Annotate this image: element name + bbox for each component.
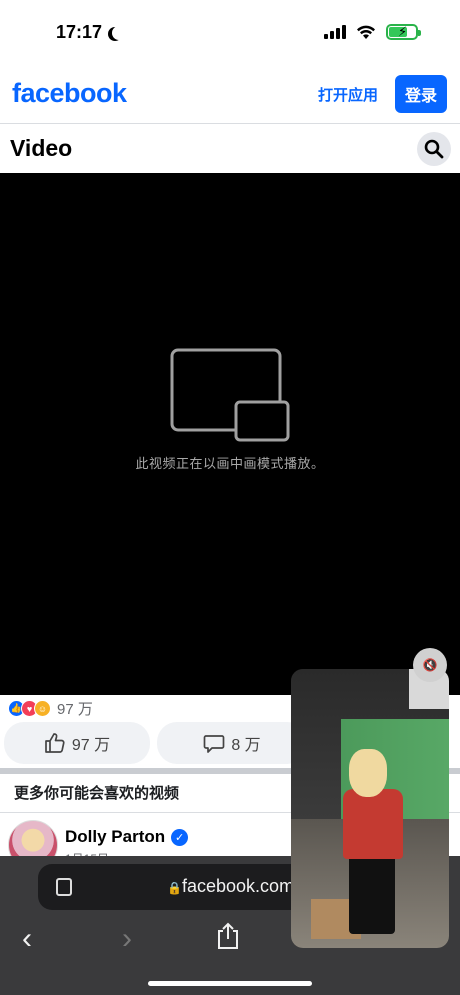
post-author-name: Dolly Parton bbox=[65, 827, 166, 846]
more-videos-title: 更多你可能会喜欢的视频 bbox=[14, 785, 180, 802]
status-bar: 17:17 ⚡ bbox=[0, 0, 460, 64]
pip-message: 此视频正在以画中画模式播放。 bbox=[135, 456, 325, 471]
mute-icon[interactable]: 🔇 bbox=[413, 648, 447, 682]
wifi-icon bbox=[357, 25, 375, 39]
facebook-logo[interactable]: facebook bbox=[12, 78, 127, 109]
comment-icon bbox=[203, 735, 225, 753]
status-time: 17:17 bbox=[56, 22, 122, 43]
back-button[interactable]: ‹ bbox=[22, 922, 32, 956]
thumbs-up-icon bbox=[45, 733, 65, 753]
cellular-signal-icon bbox=[324, 25, 346, 39]
verified-badge-icon: ✓ bbox=[171, 828, 189, 846]
reaction-count: 97 万 bbox=[57, 701, 93, 718]
like-button[interactable]: 97 万 bbox=[4, 722, 150, 764]
open-app-link[interactable]: 打开应用 bbox=[318, 84, 378, 105]
care-icon: ☺ bbox=[34, 700, 51, 717]
fb-header: facebook 打开应用 登录 bbox=[0, 64, 460, 124]
comment-count: 8 万 bbox=[231, 737, 261, 754]
like-count: 97 万 bbox=[71, 737, 111, 754]
share-icon[interactable] bbox=[216, 922, 240, 950]
reader-mode-icon[interactable] bbox=[56, 878, 72, 896]
home-indicator bbox=[148, 981, 312, 986]
moon-icon bbox=[112, 26, 126, 40]
video-player[interactable]: 此视频正在以画中画模式播放。 bbox=[0, 173, 460, 695]
status-time-text: 17:17 bbox=[56, 22, 103, 42]
forward-button[interactable]: › bbox=[122, 922, 132, 956]
search-button[interactable] bbox=[417, 132, 451, 166]
battery-icon: ⚡ bbox=[386, 24, 421, 40]
title-row: Video bbox=[0, 124, 460, 173]
picture-in-picture-icon bbox=[170, 348, 290, 442]
url-text[interactable]: facebook.com bbox=[182, 876, 294, 897]
post-author[interactable]: Dolly Parton ✓ bbox=[65, 827, 189, 847]
login-button[interactable]: 登录 bbox=[395, 75, 447, 113]
search-icon bbox=[424, 139, 444, 159]
comment-button[interactable]: 8 万 bbox=[157, 722, 307, 764]
lock-icon: 🔒 bbox=[167, 881, 182, 895]
status-icons: ⚡ bbox=[324, 24, 421, 40]
reaction-summary[interactable]: 👍 ♥ ☺ 97 万 bbox=[8, 698, 93, 719]
page-title: Video bbox=[10, 135, 73, 161]
pip-video-window[interactable] bbox=[291, 669, 449, 948]
